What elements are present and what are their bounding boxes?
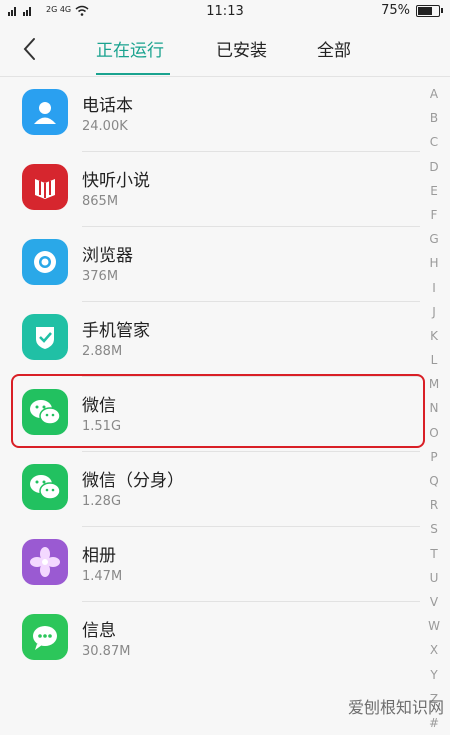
index-letter[interactable]: X bbox=[430, 638, 438, 662]
app-size: 2.88M bbox=[82, 344, 123, 359]
app-name: 信息 bbox=[82, 621, 116, 641]
app-size: 865M bbox=[82, 194, 119, 209]
book-icon bbox=[22, 164, 68, 210]
index-letter[interactable]: E bbox=[430, 179, 438, 203]
top-navigation: 正在运行 已安装 全部 bbox=[0, 24, 450, 77]
battery-percent: 75% bbox=[381, 3, 410, 18]
index-letter[interactable]: V bbox=[430, 590, 438, 614]
list-item[interactable]: 微信（分身） 1.28G bbox=[0, 452, 420, 527]
index-letter[interactable]: R bbox=[430, 493, 438, 517]
list-item[interactable]: 手机管家 2.88M bbox=[0, 302, 420, 377]
browser-icon bbox=[22, 239, 68, 285]
index-letter[interactable]: D bbox=[429, 155, 438, 179]
list-item[interactable]: 电话本 24.00K bbox=[0, 77, 420, 152]
chevron-left-icon[interactable] bbox=[14, 32, 48, 66]
tab-installed[interactable]: 已安装 bbox=[216, 36, 267, 61]
app-size: 30.87M bbox=[82, 644, 131, 659]
app-name: 快听小说 bbox=[82, 171, 150, 191]
active-tab-indicator bbox=[96, 73, 170, 75]
index-letter[interactable]: M bbox=[429, 372, 439, 396]
message-icon bbox=[22, 614, 68, 660]
index-letter[interactable]: A bbox=[430, 82, 438, 106]
list-item[interactable]: 快听小说 865M bbox=[0, 152, 420, 227]
list-item[interactable]: 浏览器 376M bbox=[0, 227, 420, 302]
list-item[interactable]: 相册 1.47M bbox=[0, 527, 420, 602]
index-letter[interactable]: G bbox=[429, 227, 438, 251]
shield-icon bbox=[22, 314, 68, 360]
app-name: 电话本 bbox=[82, 96, 133, 116]
status-bar: 2G 4G 11:13 75% bbox=[0, 0, 450, 24]
index-letter[interactable]: P bbox=[430, 445, 437, 469]
index-letter[interactable]: U bbox=[430, 566, 439, 590]
app-size: 1.28G bbox=[82, 494, 122, 509]
index-letter[interactable]: S bbox=[430, 517, 438, 541]
index-letter[interactable]: J bbox=[432, 300, 436, 324]
list-item[interactable]: 信息 30.87M bbox=[0, 602, 420, 677]
index-letter[interactable]: I bbox=[432, 276, 436, 300]
index-letter[interactable]: H bbox=[429, 251, 438, 275]
index-letter[interactable]: O bbox=[429, 421, 438, 445]
index-letter[interactable]: Q bbox=[429, 469, 438, 493]
app-size: 24.00K bbox=[82, 119, 128, 134]
index-letter[interactable]: T bbox=[430, 542, 437, 566]
app-name: 相册 bbox=[82, 546, 116, 566]
index-letter[interactable]: W bbox=[428, 614, 440, 638]
flower-icon bbox=[22, 539, 68, 585]
index-letter[interactable]: N bbox=[430, 396, 439, 420]
app-size: 376M bbox=[82, 269, 119, 284]
app-name: 微信（分身） bbox=[82, 471, 184, 491]
tab-all[interactable]: 全部 bbox=[317, 36, 351, 61]
alphabet-index[interactable]: A B C D E F G H I J K L M N O P Q R S T U V W X Y Z # bbox=[422, 82, 446, 735]
index-letter[interactable]: L bbox=[431, 348, 438, 372]
contacts-icon bbox=[22, 89, 68, 135]
index-letter[interactable]: Y bbox=[430, 663, 437, 687]
highlight-box bbox=[11, 374, 425, 448]
app-name: 手机管家 bbox=[82, 321, 150, 341]
index-letter[interactable]: B bbox=[430, 106, 438, 130]
battery-icon bbox=[416, 4, 443, 17]
app-name: 浏览器 bbox=[82, 246, 133, 266]
wechat-icon bbox=[22, 464, 68, 510]
index-letter[interactable]: K bbox=[430, 324, 438, 348]
index-letter[interactable]: C bbox=[430, 130, 438, 154]
index-letter[interactable]: F bbox=[431, 203, 438, 227]
app-size: 1.47M bbox=[82, 569, 123, 584]
tab-running[interactable]: 正在运行 bbox=[96, 36, 164, 61]
watermark: 爱刨根知识网 bbox=[347, 698, 444, 717]
battery-status: 75% bbox=[381, 3, 443, 18]
